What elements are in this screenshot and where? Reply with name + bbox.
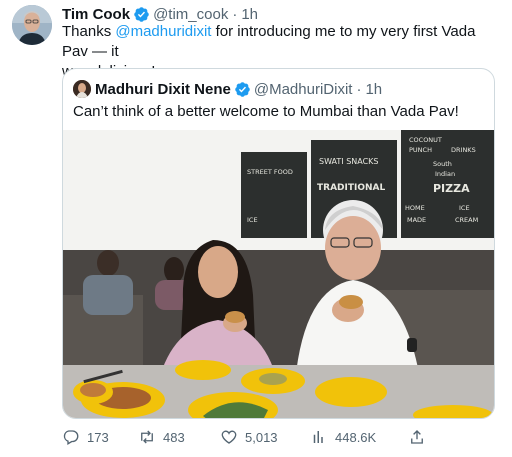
board-right-line3: DRINKS <box>451 146 476 154</box>
tweet-text-prefix: Thanks <box>62 23 116 40</box>
like-count: 5,013 <box>245 429 278 445</box>
share-icon <box>411 430 423 444</box>
quoted-author-handle: @MadhuriDixit <box>253 80 353 98</box>
verified-badge-icon <box>134 6 149 22</box>
author-avatar[interactable] <box>12 5 52 45</box>
action-bar: 173 483 5,013 448.6K <box>62 427 442 447</box>
board-right-line1: COCONUT <box>409 136 442 144</box>
reply-button[interactable]: 173 <box>62 427 109 447</box>
quoted-tweet[interactable]: Madhuri Dixit Nene @MadhuriDixit · 1h Ca… <box>62 68 495 419</box>
board-right-line7: HOME <box>405 204 425 212</box>
board-right-line5: Indian <box>435 170 455 178</box>
retweet-count: 483 <box>163 429 185 445</box>
quoted-header-separator: · <box>356 80 362 98</box>
retweet-button[interactable]: 483 <box>138 427 185 447</box>
avatar-image <box>12 5 52 45</box>
quoted-avatar-image <box>73 80 91 98</box>
author-name[interactable]: Tim Cook <box>62 6 130 23</box>
board-right-line4: South <box>433 160 452 168</box>
heart-icon <box>221 430 237 444</box>
views-button[interactable]: 448.6K <box>310 427 376 447</box>
board-mid-line2: TRADITIONAL <box>317 183 385 193</box>
author-handle[interactable]: @tim_cook <box>153 6 228 23</box>
board-right-line6: PIZZA <box>433 182 470 195</box>
views-icon <box>313 431 323 443</box>
board-mid-line1: SWATI SNACKS <box>319 157 379 166</box>
views-count: 448.6K <box>335 429 377 445</box>
retweet-icon <box>141 430 153 444</box>
tweet-time[interactable]: 1h <box>241 6 258 23</box>
quoted-tweet-time: 1h <box>365 80 383 98</box>
mention-link[interactable]: @madhuridixit <box>115 23 211 40</box>
like-button[interactable]: 5,013 <box>220 427 278 447</box>
tweet-header: Tim Cook @tim_cook · 1h <box>62 5 258 23</box>
quoted-verified-badge-icon <box>235 81 250 97</box>
board-right-line10: CREAM <box>455 216 478 224</box>
board-right-line9: ICE <box>459 204 470 212</box>
quoted-tweet-photo[interactable]: STREET FOOD ICE SWATI SNACKS TRADITIONAL… <box>63 130 495 419</box>
share-button[interactable] <box>408 427 433 447</box>
tweet: Tim Cook @tim_cook · 1h Thanks @madhurid… <box>0 0 512 457</box>
quoted-author-avatar <box>73 80 91 98</box>
board-left-line1: STREET FOOD <box>247 168 293 176</box>
reply-count: 173 <box>87 429 109 445</box>
board-right-line2: PUNCH <box>409 146 432 154</box>
reply-icon <box>63 430 79 445</box>
board-right-line8: MADE <box>407 216 426 224</box>
quoted-author-name: Madhuri Dixit Nene <box>95 80 231 98</box>
header-separator: · <box>232 5 238 23</box>
board-left-line2: ICE <box>247 216 258 224</box>
quoted-tweet-header: Madhuri Dixit Nene @MadhuriDixit · 1h <box>73 80 382 98</box>
quoted-tweet-text: Can’t think of a better welcome to Mumba… <box>73 103 459 120</box>
